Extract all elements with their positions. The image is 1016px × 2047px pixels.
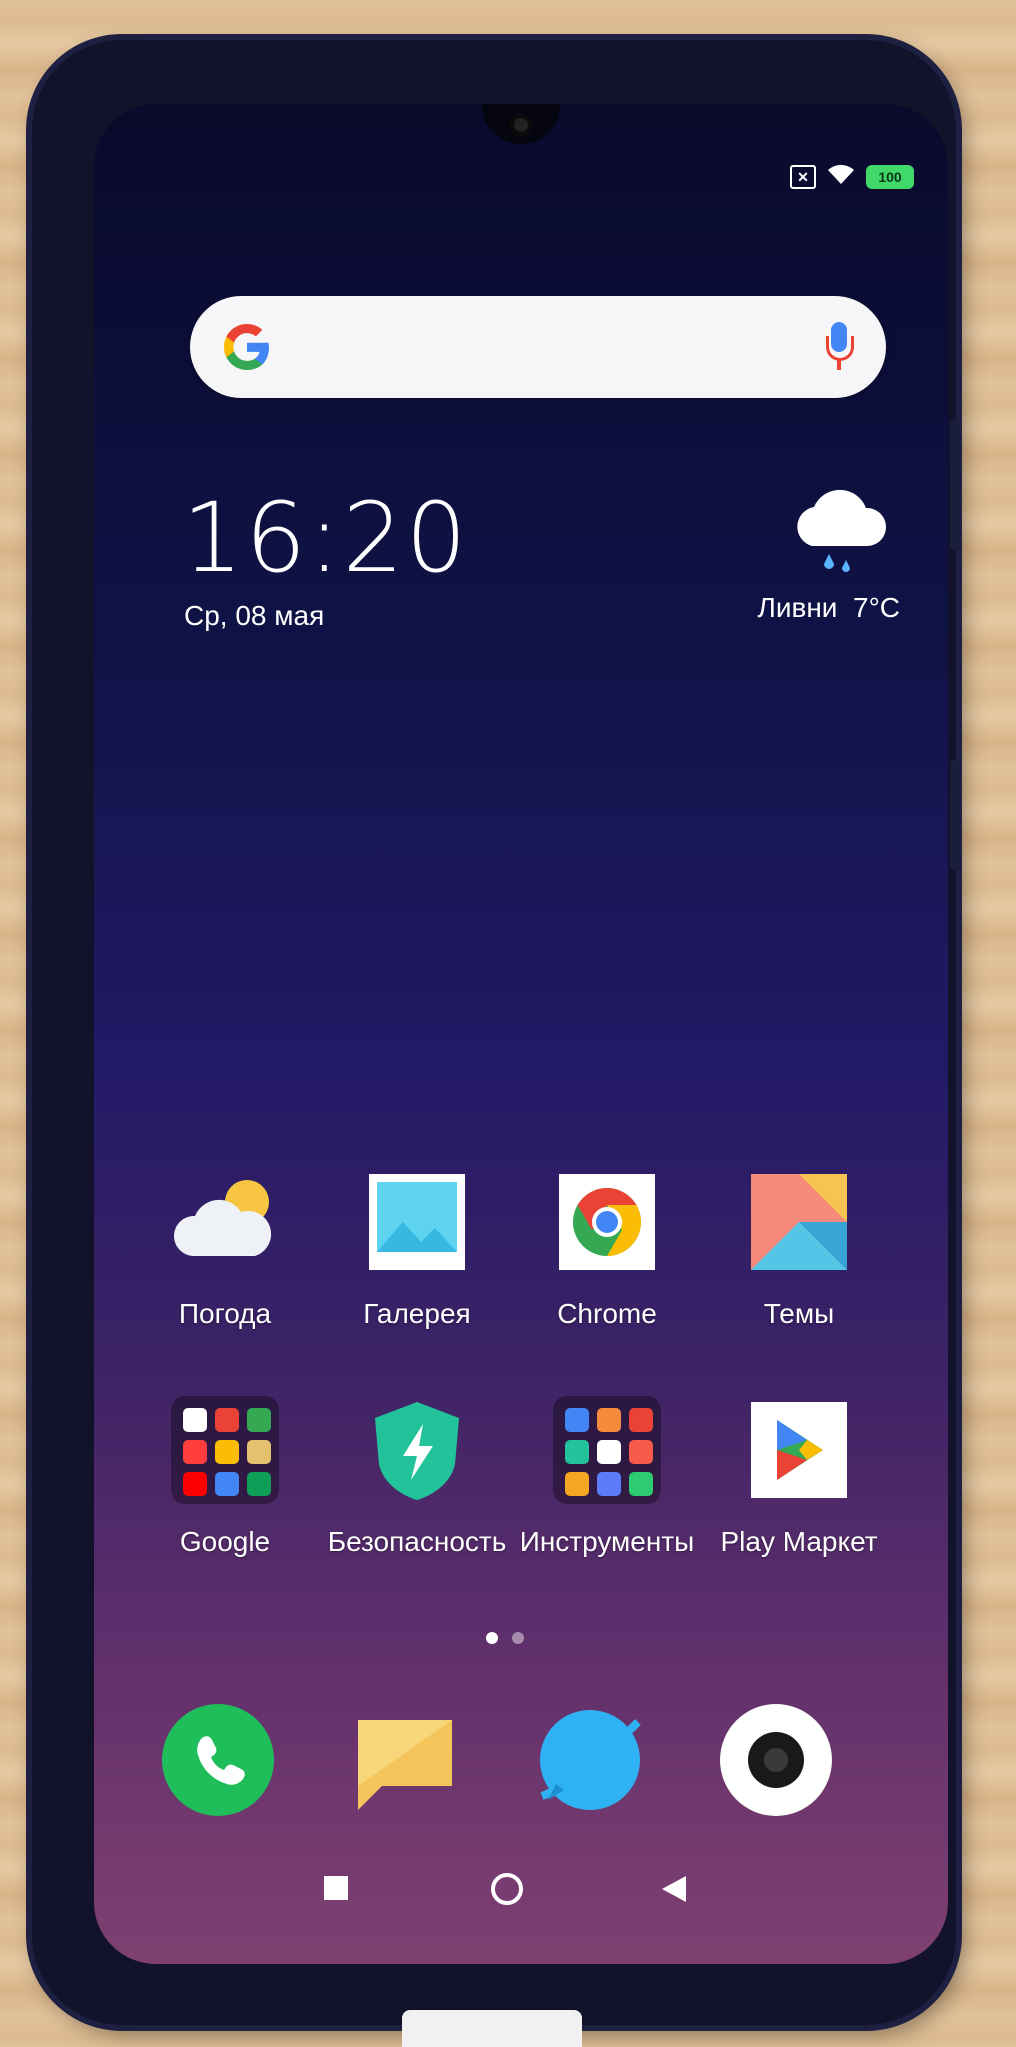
page-dot [512,1632,524,1644]
app-label: Chrome [557,1298,657,1329]
weather-summary[interactable]: Ливни 7°C [757,592,900,624]
notch [482,104,560,144]
app-label: Play Маркет [720,1526,878,1557]
app-label: Темы [763,1298,835,1329]
security-icon [363,1396,471,1504]
play-market-icon [745,1396,853,1504]
chrome-icon [553,1168,661,1276]
gallery-icon [363,1168,471,1276]
app-chrome[interactable]: Chrome [512,1168,702,1330]
app-security[interactable]: Безопасность [322,1396,512,1558]
clock-date: Ср, 08 мая [184,600,325,631]
app-weather[interactable]: Погода [130,1168,320,1330]
front-camera [510,114,532,136]
browser-icon[interactable] [534,1704,646,1816]
messages-icon[interactable] [348,1704,460,1816]
no-sim-icon: ✕ [790,164,816,189]
phone-icon[interactable] [162,1704,274,1816]
page-indicator [486,1632,524,1644]
app-label: Галерея [363,1298,471,1329]
app-label: Погода [178,1298,272,1329]
volume-button [950,420,960,550]
app-gallery[interactable]: Галерея [322,1168,512,1330]
power-button [950,760,960,870]
app-label: Безопасность [327,1526,507,1557]
recents-button[interactable] [324,1876,348,1905]
phone-body: ✕ 100 16:20 Ср, 08 мая Ливни 7°C Погода … [32,40,960,2025]
app-label: Инструменты [519,1526,695,1557]
google-search-bar[interactable] [190,296,886,398]
page-dot-active [486,1632,498,1644]
home-button[interactable] [490,1872,524,1911]
navigation-bar [94,1864,948,1924]
themes-icon [745,1168,853,1276]
folder-tools[interactable]: Инструменты [512,1396,702,1558]
wifi-icon [826,162,856,191]
google-folder-icon [171,1396,279,1504]
app-themes[interactable]: Темы [704,1168,894,1330]
folder-google[interactable]: Google [130,1396,320,1558]
voice-search-mic-icon[interactable] [826,322,854,372]
app-label: Google [179,1526,271,1557]
rain-cloud-icon[interactable] [784,482,894,582]
camera-icon[interactable] [720,1704,832,1816]
charging-cable [402,2010,582,2047]
battery-indicator: 100 [866,164,914,189]
status-bar: ✕ 100 [790,162,914,191]
google-logo-icon [218,318,276,376]
app-play-market[interactable]: Play Маркет [704,1396,894,1558]
home-screen: ✕ 100 16:20 Ср, 08 мая Ливни 7°C Погода … [94,104,948,1964]
weather-temperature: 7°C [853,592,900,623]
tools-folder-icon [553,1396,661,1504]
back-button[interactable] [662,1876,686,1907]
weather-app-icon [171,1168,279,1276]
clock-time[interactable]: 16:20 [182,482,469,594]
weather-condition: Ливни [757,592,838,623]
